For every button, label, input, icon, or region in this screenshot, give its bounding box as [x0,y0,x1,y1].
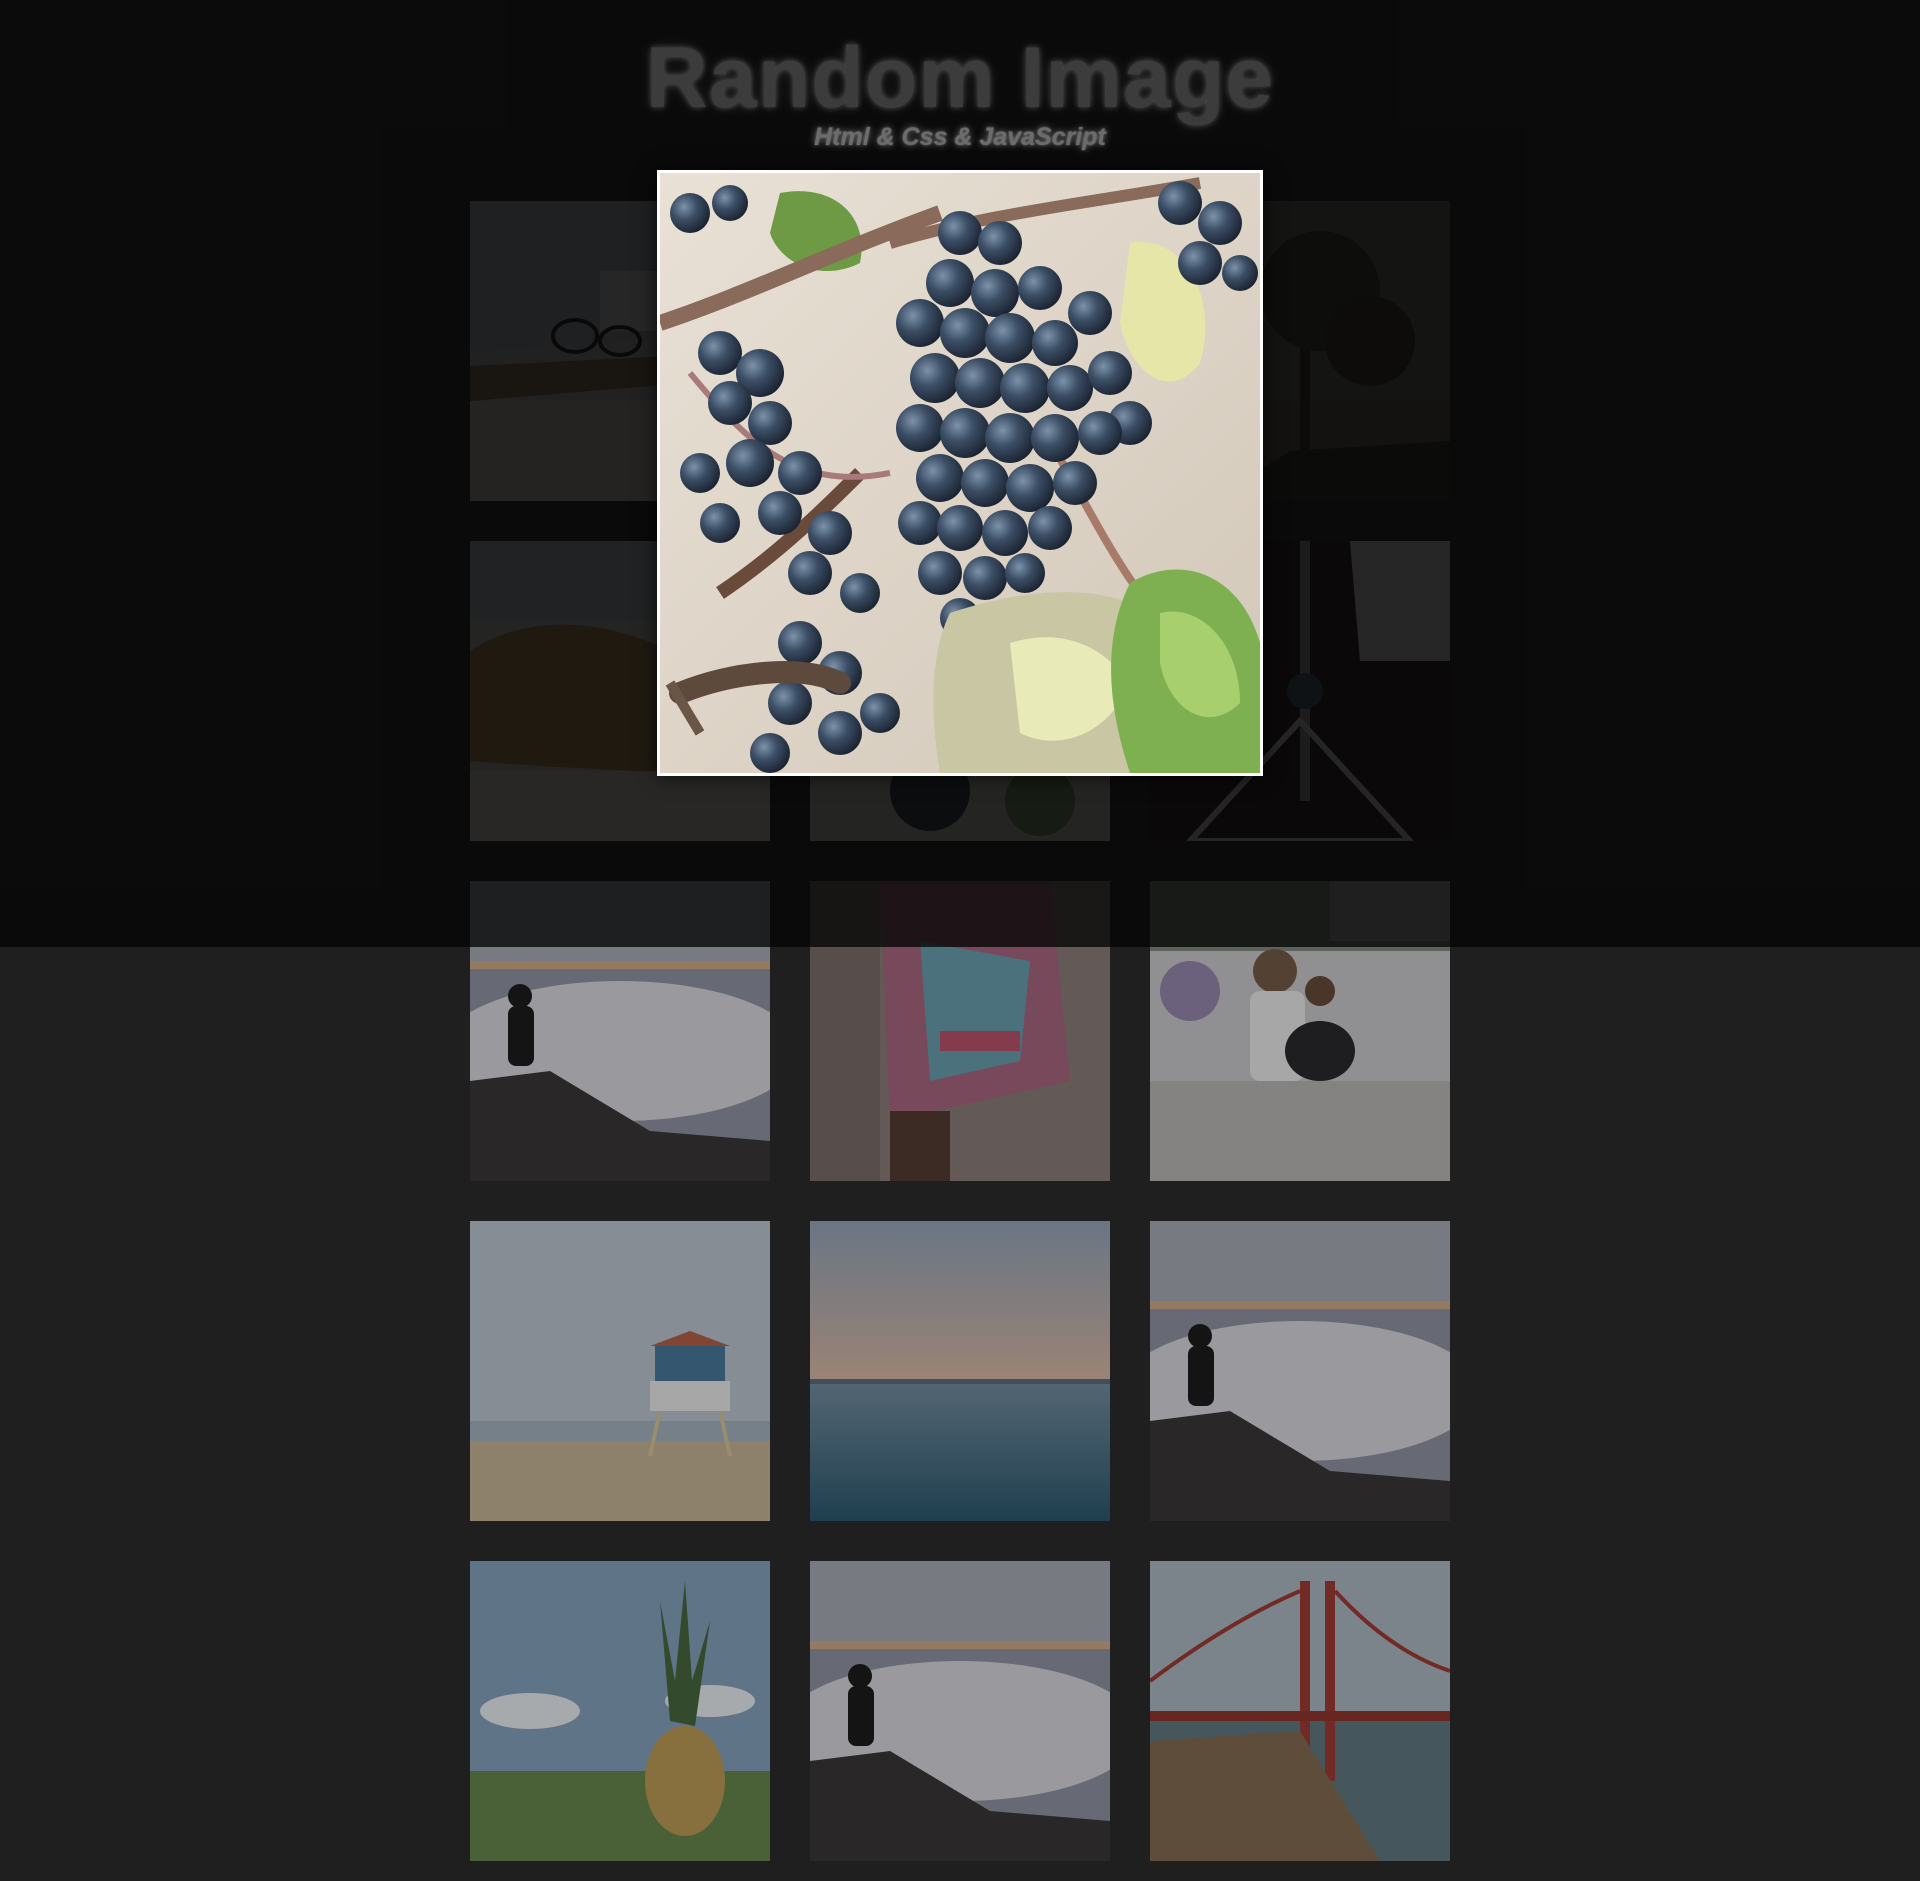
man-above-clouds-image [1150,1221,1450,1521]
man-above-clouds-image [810,1561,1110,1861]
gallery-image-golden-gate-bridge[interactable] [1150,1561,1450,1861]
gallery-image-man-above-clouds[interactable] [810,1561,1110,1861]
random-image-page: Random Image Html & Css & JavaScript [0,0,1920,1881]
enlarged-image-popup[interactable] [657,170,1263,776]
page-title: Random Image [645,30,1275,126]
page-subtitle: Html & Css & JavaScript [814,123,1106,151]
gallery-image-sea-horizon[interactable] [810,1221,1110,1521]
enlarged-grapes-image [660,173,1260,773]
sea-horizon-image [810,1221,1110,1521]
pineapple-on-grass-image [470,1561,770,1861]
golden-gate-bridge-image [1150,1561,1450,1861]
gallery-image-pineapple-on-grass[interactable] [470,1561,770,1861]
gallery-image-man-above-clouds[interactable] [1150,1221,1450,1521]
gallery-image-lifeguard-tower[interactable] [470,1221,770,1521]
lifeguard-tower-image [470,1221,770,1521]
